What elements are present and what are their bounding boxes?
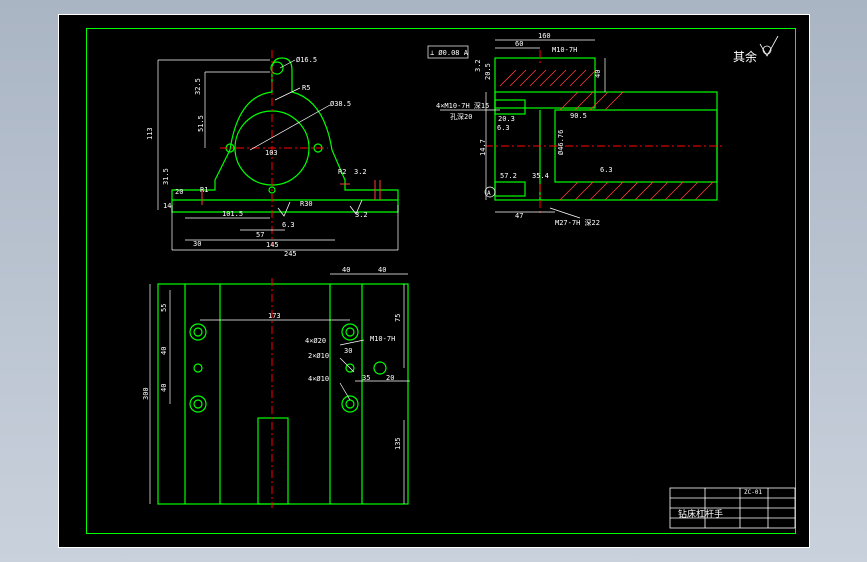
label-32-5: 32.5 [194,78,202,95]
label-31-5: 31.5 [162,168,170,185]
leader-r5 [274,87,301,101]
label-113: 113 [146,127,154,140]
label-101-5: 101.5 [222,210,243,218]
hatch-pattern-bottom [559,181,714,201]
label-14: 14 [163,202,171,210]
label-57: 57 [256,231,264,239]
label-40: 40 [594,70,602,78]
leader-bore [249,104,331,151]
leader [339,339,365,346]
front-top-hole [270,61,284,75]
label-thread-left: 4×M10-7H 深15 [436,101,489,110]
label-60: 60 [515,40,523,48]
label-30: 30 [344,347,352,355]
label-r2: R2 [338,168,346,176]
label-245: 245 [284,250,297,258]
side-hatch [499,69,714,201]
label-35: 35 [362,374,370,382]
label-103: 103 [265,149,278,157]
label-90-5: 90.5 [570,112,587,120]
plan-hole-inner [193,327,203,337]
label-30: 30 [193,240,201,248]
label-datum: A [487,190,491,197]
label-r30: R30 [300,200,313,208]
label-55: 55 [160,304,168,312]
leader-thread-bottom [549,207,581,219]
label-145: 145 [266,241,279,249]
label-rough-1: 3.2 [354,168,367,176]
sheet-outer-border [58,14,810,548]
drawing-canvas[interactable]: Ø16.5 R5 Ø38.5 103 113 32.5 51.5 31.5 20… [58,14,810,548]
label-hole-3: 4×Ø10 [308,375,329,383]
label-r1: R1 [200,186,208,194]
title-text: 钻床杠杆手 [678,508,723,520]
title-block [669,487,796,529]
plan-hole [341,395,359,413]
label-top-hole: Ø16.5 [296,56,317,64]
label-rough-bottom: 6.3 [600,166,613,174]
label-40b: 40 [378,266,386,274]
plan-hole [341,323,359,341]
cad-viewer: Ø16.5 R5 Ø38.5 103 113 32.5 51.5 31.5 20… [0,0,867,562]
roughness-note-text: 其余 [733,49,757,64]
label-40c: 40 [160,347,168,355]
label-40a: 40 [342,266,350,274]
label-51-5: 51.5 [197,115,205,132]
side-bottom-thread [494,181,526,197]
label-thread-bottom: M27-7H 深22 [555,218,600,227]
label-6-3: 6.3 [497,124,510,132]
plan-view [157,283,409,505]
plan-hole [189,323,207,341]
label-bore-dia: Ø46.76 [557,130,565,155]
label-bore: Ø38.5 [330,100,351,108]
label-thread-top: M10-7H [552,46,577,54]
label-75: 75 [394,314,402,322]
roughness-symbol [277,201,291,217]
plan-hole-inner [345,327,355,337]
label-173: 173 [268,312,281,320]
roughness-symbol [759,35,779,57]
label-r5: R5 [302,84,310,92]
label-35-4: 35.4 [532,172,549,180]
label-20-3: 20.3 [498,115,515,123]
front-hatch [201,180,381,205]
side-view [494,57,718,201]
label-135: 135 [394,437,402,450]
roughness-note: 其余 [733,35,779,64]
label-47: 47 [515,212,523,220]
label-hole-1: 4×Ø20 [305,337,326,345]
label-3-2: 3.2 [474,59,482,72]
plan-hole [189,395,207,413]
drawing-number: ZC-01 [744,489,762,496]
label-rough-3: 6.3 [282,221,295,229]
label-tolerance: ⊥ Ø0.08 A [430,49,469,57]
label-300: 300 [142,387,150,400]
hatch-pattern-top [499,69,597,87]
plan-hole [193,363,203,373]
label-14-7: 14.7 [479,139,487,156]
side-dim-text: ⊥ Ø0.08 A 160 60 M10-7H 3.2 20.5 40 4×M1… [430,32,613,227]
label-depth-20: 孔深20 [450,112,472,121]
label-thread: M10-7H [370,335,395,343]
roughness-symbol-circle [762,45,772,55]
label-20-5: 20.5 [484,63,492,80]
plan-hole-inner [193,399,203,409]
label-57-2: 57.2 [500,172,517,180]
plan-slot [257,417,289,505]
label-40d: 40 [160,384,168,392]
drawing-svg: Ø16.5 R5 Ø38.5 103 113 32.5 51.5 31.5 20… [58,14,810,548]
leader-top-hole [279,59,296,69]
front-roughness-symbols [277,199,363,217]
label-hole-2: 2×Ø10 [308,352,329,360]
side-dimensions [427,39,606,219]
hatch-pattern-mid [559,91,624,111]
plan-outline [157,283,409,505]
label-20: 20 [386,374,394,382]
plan-hole-inner [345,399,355,409]
plan-threaded-hole [373,361,387,375]
side-top-thread [494,99,526,115]
label-160: 160 [538,32,551,40]
label-20: 20 [175,188,183,196]
plan-dimensions [149,273,410,504]
